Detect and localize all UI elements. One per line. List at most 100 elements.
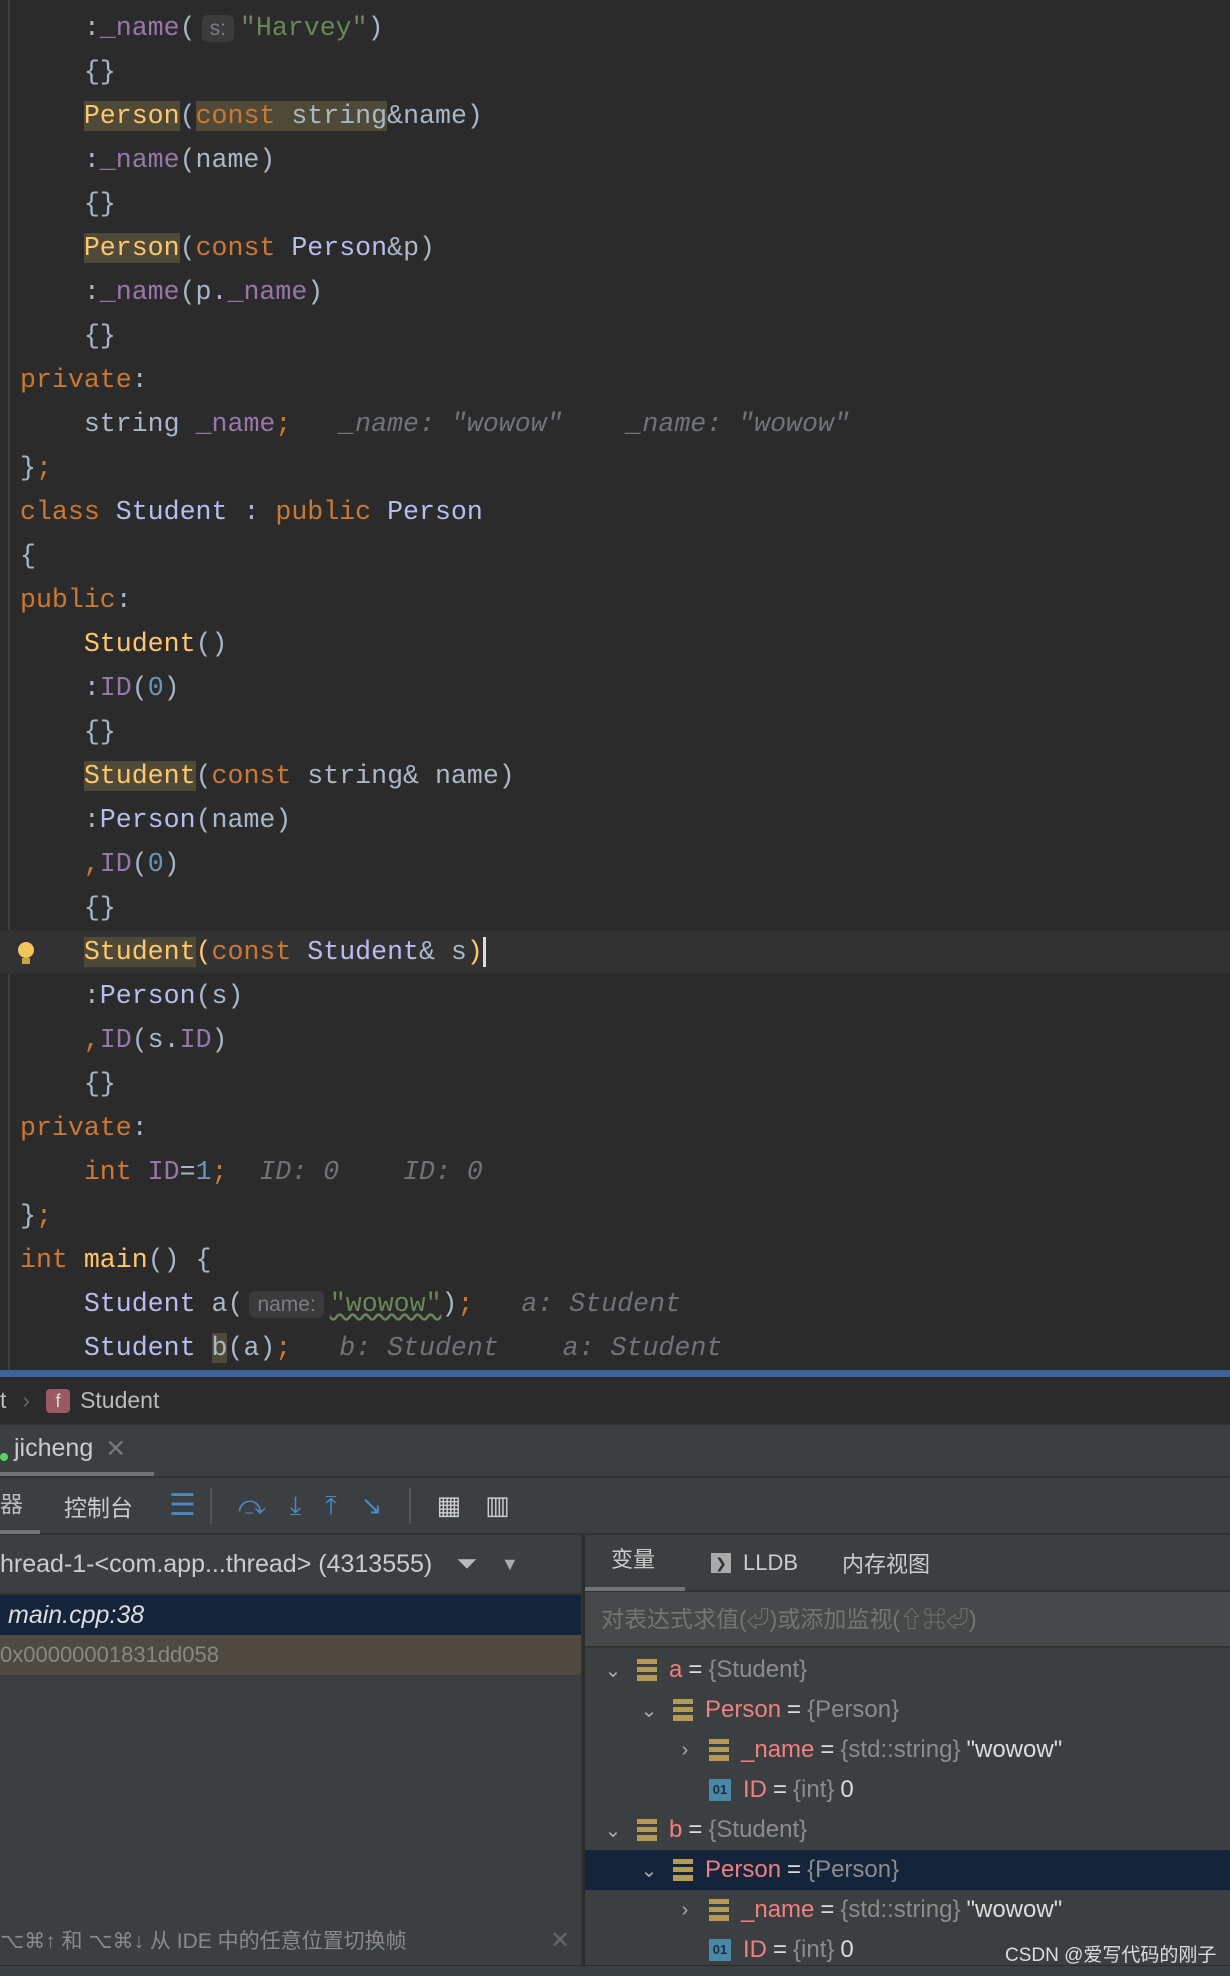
tab-lldb[interactable]: LLDB — [743, 1550, 798, 1576]
code-token: Student — [20, 1289, 212, 1319]
variable-row[interactable]: ⌄ Person = {Person} — [585, 1850, 1230, 1890]
chevron-down-icon[interactable]: ⌄ — [637, 1698, 661, 1723]
variable-row[interactable]: ⌄ Person = {Person} — [585, 1690, 1230, 1730]
frame-item[interactable]: 0x00000001831dd058 — [0, 1635, 581, 1675]
primitive-icon: 01 — [709, 1779, 731, 1801]
code-area[interactable]: :_name(s: "Harvey") {} Person(const strin… — [0, 6, 1230, 1370]
breadcrumb-prev[interactable]: t — [0, 1387, 6, 1414]
code-line[interactable]: :_name(p._name) — [20, 270, 1230, 314]
code-line[interactable]: {} — [20, 314, 1230, 358]
code-token: } — [20, 453, 36, 483]
run-to-cursor-icon[interactable]: ↘ — [361, 1490, 383, 1521]
code-token: ; — [35, 453, 52, 483]
code-line[interactable]: ,ID(s.ID) — [20, 1018, 1230, 1062]
code-line[interactable]: :ID(0) — [20, 666, 1230, 710]
code-line[interactable]: int main() { — [20, 1238, 1230, 1282]
evaluate-icon[interactable]: ▦ — [437, 1490, 462, 1521]
close-icon[interactable]: ✕ — [550, 1926, 570, 1955]
code-line[interactable]: Person(const string&name) — [20, 94, 1230, 138]
code-line[interactable]: }; — [20, 446, 1230, 490]
code-token: : — [20, 277, 100, 307]
code-editor[interactable]: :_name(s: "Harvey") {} Person(const strin… — [0, 0, 1230, 1370]
code-line[interactable]: Student() — [20, 622, 1230, 666]
code-token: Student — [83, 761, 196, 791]
tab-memory[interactable]: 内存视图 — [842, 1547, 930, 1579]
code-line[interactable]: {} — [20, 182, 1230, 226]
code-token: Student — [20, 1333, 212, 1363]
breadcrumb-current[interactable]: Student — [80, 1387, 159, 1414]
code-token: int — [20, 1157, 148, 1187]
code-token: ( — [131, 673, 148, 703]
filter-icon[interactable]: ⏷ — [456, 1548, 477, 1580]
step-into-icon[interactable]: ⤓ — [290, 1490, 302, 1522]
lightbulb-icon[interactable] — [16, 938, 36, 964]
code-token: 0 — [147, 673, 164, 703]
variable-row[interactable]: ⌄ b = {Student} — [585, 1810, 1230, 1850]
code-line[interactable]: ,ID(0) — [20, 842, 1230, 886]
close-icon[interactable]: ✕ — [105, 1434, 126, 1464]
code-token: & s — [419, 937, 467, 967]
code-line[interactable]: public: — [20, 578, 1230, 622]
code-line[interactable]: {} — [20, 1062, 1230, 1106]
object-icon — [673, 1699, 693, 1721]
tab-console[interactable]: 控制台 — [64, 1489, 133, 1523]
object-icon — [709, 1739, 729, 1761]
code-token: _name — [195, 409, 276, 439]
variable-row[interactable]: › _name = {std::string} "wowow" — [585, 1890, 1230, 1930]
tab-variables[interactable]: 变量 — [585, 1534, 685, 1591]
chevron-down-icon[interactable]: ▼ — [501, 1554, 519, 1575]
code-line[interactable]: :_name(s: "Harvey") — [20, 6, 1230, 50]
equals: = — [820, 1896, 835, 1923]
tab-jicheng[interactable]: jicheng ✕ — [0, 1425, 154, 1476]
code-line[interactable]: :Person(name) — [20, 798, 1230, 842]
code-line[interactable]: {} — [20, 50, 1230, 94]
code-line[interactable]: :Person(s) — [20, 974, 1230, 1018]
code-token: Student — [83, 629, 196, 659]
code-line[interactable]: Student a(name: "wowow"); a: Student — [20, 1282, 1230, 1326]
step-out-icon[interactable]: ⤒ — [325, 1490, 337, 1522]
code-line[interactable]: string _name; _name: "wowow" _name: "wow… — [20, 402, 1230, 446]
code-token: ID — [147, 1157, 180, 1187]
code-line[interactable]: Person(const Person&p) — [20, 226, 1230, 270]
chevron-down-icon[interactable]: ⌄ — [601, 1658, 625, 1683]
code-line[interactable]: }; — [20, 1194, 1230, 1238]
chevron-down-icon[interactable]: ⌄ — [601, 1818, 625, 1843]
code-line[interactable]: Student b(a); b: Student a: Student — [20, 1326, 1230, 1370]
evaluate-input[interactable] — [585, 1592, 1230, 1648]
chevron-right-icon[interactable]: › — [673, 1899, 697, 1922]
frames-menu-icon[interactable]: ☰ — [169, 1488, 196, 1523]
code-token: Student — [83, 937, 196, 967]
code-token: ) — [163, 849, 180, 879]
code-line[interactable]: class Student : public Person — [20, 490, 1230, 534]
thread-selector[interactable]: hread-1-<com.app...thread> (4313555) ⏷ ▼ — [0, 1535, 581, 1595]
layout-icon[interactable]: ▥ — [485, 1490, 510, 1521]
step-over-icon[interactable]: ⤼ — [238, 1490, 266, 1522]
code-line[interactable]: { — [20, 534, 1230, 578]
code-line[interactable]: {} — [20, 886, 1230, 930]
code-line[interactable]: {} — [20, 710, 1230, 754]
breadcrumb-separator-icon: › — [22, 1387, 31, 1413]
gutter — [0, 0, 10, 1370]
variable-row[interactable]: › _name = {std::string} "wowow" — [585, 1730, 1230, 1770]
code-line[interactable]: private: — [20, 358, 1230, 402]
code-line[interactable]: int ID=1; ID: 0 ID: 0 — [20, 1150, 1230, 1194]
var-name: _name — [741, 1896, 815, 1923]
var-name: Person — [705, 1856, 782, 1883]
code-line[interactable]: Student(const string& name) — [20, 754, 1230, 798]
parameter-hint: s: — [201, 15, 234, 42]
code-token: private — [20, 365, 132, 395]
tab-debugger[interactable]: 器 — [0, 1477, 40, 1534]
variable-row[interactable]: ⌄ a = {Student} — [585, 1650, 1230, 1690]
chevron-right-icon[interactable]: › — [673, 1739, 697, 1762]
code-token: ID — [99, 673, 132, 703]
var-name: Person — [705, 1696, 782, 1723]
code-line[interactable]: :_name(name) — [20, 138, 1230, 182]
variable-row[interactable]: 01 ID = {int} 0 — [585, 1770, 1230, 1810]
code-token: class — [20, 497, 116, 527]
code-line[interactable]: Student(const Student& s) — [0, 930, 1230, 974]
chevron-down-icon[interactable]: ⌄ — [637, 1858, 661, 1883]
toolbar-separator — [408, 1487, 411, 1524]
code-line[interactable]: private: — [20, 1106, 1230, 1150]
frame-item[interactable]: main.cpp:38 — [0, 1595, 581, 1635]
